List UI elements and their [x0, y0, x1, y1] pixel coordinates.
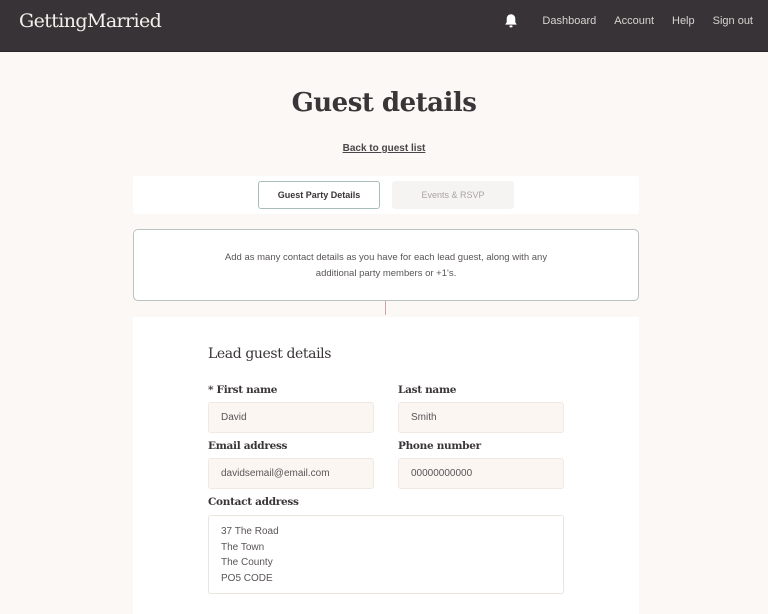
address-line: 37 The Road [221, 526, 279, 537]
address-line: PO5 CODE [221, 572, 273, 584]
logo[interactable]: GettingMarried [19, 10, 162, 32]
top-navigation-bar: GettingMarried Dashboard Account Help Si… [0, 0, 768, 52]
address-line: The County [221, 557, 273, 568]
nav-account[interactable]: Account [614, 15, 654, 27]
tab-events-rsvp[interactable]: Events & RSVP [392, 181, 514, 209]
nav-dashboard[interactable]: Dashboard [542, 15, 596, 27]
info-text: Add as many contact details as you have … [224, 252, 548, 279]
phone-label: Phone number [398, 440, 481, 452]
tabs-bar: Guest Party Details Events & RSVP [133, 176, 639, 214]
header-nav: Dashboard Account Help Sign out [504, 0, 753, 42]
section-title: Lead guest details [208, 346, 332, 362]
tab-guest-party-details[interactable]: Guest Party Details [258, 181, 380, 209]
connector-line [385, 301, 386, 315]
email-input[interactable]: davidsemail@email.com [208, 458, 374, 489]
nav-help[interactable]: Help [672, 15, 695, 27]
lead-guest-card: Lead guest details * First name David La… [133, 317, 639, 614]
last-name-label: Last name [398, 384, 457, 396]
email-label: Email address [208, 440, 288, 452]
back-link-container: Back to guest list [0, 143, 768, 154]
info-box: Add as many contact details as you have … [133, 229, 639, 301]
phone-input[interactable]: 00000000000 [398, 458, 564, 489]
first-name-label: * First name [208, 384, 278, 396]
address-label: Contact address [208, 496, 299, 508]
nav-sign-out[interactable]: Sign out [713, 15, 753, 27]
address-line: The Town [221, 541, 265, 553]
page-title: Guest details [291, 88, 477, 118]
first-name-input[interactable]: David [208, 402, 374, 433]
bell-icon[interactable] [504, 13, 518, 29]
back-to-guest-list-link[interactable]: Back to guest list [343, 143, 426, 154]
last-name-input[interactable]: Smith [398, 402, 564, 433]
address-textarea[interactable]: 37 The Road The Town The County PO5 CODE [208, 515, 564, 594]
